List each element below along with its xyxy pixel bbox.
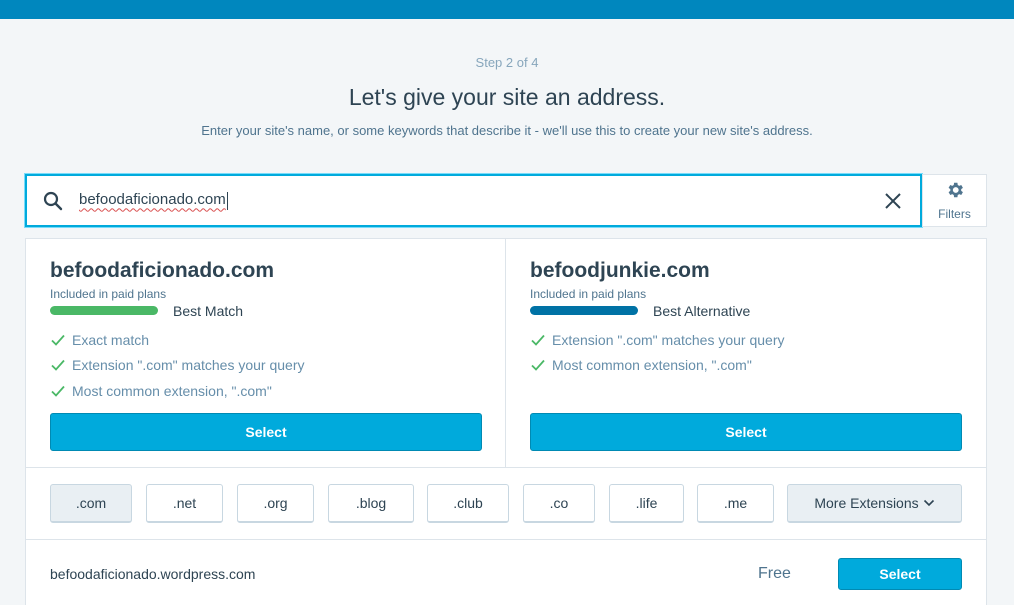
domain-results: befoodaficionado.com Included in paid pl… bbox=[25, 238, 987, 605]
tld-button-life[interactable]: .life bbox=[609, 484, 684, 523]
reason-item: Extension ".com" matches your query bbox=[530, 327, 784, 353]
step-indicator: Step 2 of 4 bbox=[475, 55, 539, 70]
tld-button-com[interactable]: .com bbox=[50, 484, 132, 523]
suggestion-card-best-match: befoodaficionado.com Included in paid pl… bbox=[26, 239, 506, 467]
match-reasons: Exact match Extension ".com" matches you… bbox=[50, 327, 304, 404]
search-icon[interactable] bbox=[27, 176, 79, 225]
match-reasons: Extension ".com" matches your query Most… bbox=[530, 327, 784, 378]
more-extensions-label: More Extensions bbox=[814, 495, 919, 511]
match-badge: Best Alternative bbox=[653, 303, 751, 319]
match-strength-bar bbox=[50, 306, 158, 315]
close-icon[interactable] bbox=[866, 176, 920, 225]
reason-item: Exact match bbox=[50, 327, 304, 353]
match-badge: Best Match bbox=[173, 303, 244, 319]
top-bar bbox=[0, 0, 1014, 19]
check-icon bbox=[530, 332, 546, 348]
filters-label: Filters bbox=[938, 207, 971, 221]
check-icon bbox=[50, 332, 66, 348]
tld-button-net[interactable]: .net bbox=[146, 484, 223, 523]
text-caret bbox=[226, 191, 228, 210]
search-query-text: befoodaficionado.com bbox=[79, 191, 226, 209]
check-icon bbox=[50, 383, 66, 399]
free-domain-name: befoodaficionado.wordpress.com bbox=[50, 566, 256, 582]
tld-filter-bar: .com .net .org .blog .club .co .life .me… bbox=[26, 467, 986, 540]
tld-button-me[interactable]: .me bbox=[697, 484, 774, 523]
more-extensions-button[interactable]: More Extensions bbox=[787, 484, 962, 523]
check-icon bbox=[50, 357, 66, 373]
plan-note: Included in paid plans bbox=[50, 287, 167, 301]
search-input[interactable]: befoodaficionado.com bbox=[79, 191, 866, 210]
suggested-domain: befoodaficionado.com bbox=[50, 259, 275, 282]
reason-item: Most common extension, ".com" bbox=[50, 378, 304, 404]
reason-item: Most common extension, ".com" bbox=[530, 353, 784, 379]
tld-button-club[interactable]: .club bbox=[427, 484, 509, 523]
match-strength-bar bbox=[530, 306, 638, 315]
suggested-domain: befoodjunkie.com bbox=[530, 259, 710, 282]
free-price: Free bbox=[758, 565, 791, 582]
select-button-best-alternative[interactable]: Select bbox=[530, 413, 962, 451]
reason-item: Extension ".com" matches your query bbox=[50, 353, 304, 379]
suggestion-card-best-alternative: befoodjunkie.com Included in paid plans … bbox=[506, 239, 986, 467]
tld-button-co[interactable]: .co bbox=[523, 484, 595, 523]
plan-note: Included in paid plans bbox=[530, 287, 647, 301]
select-button-best-match[interactable]: Select bbox=[50, 413, 482, 451]
page-title: Let's give your site an address. bbox=[348, 84, 666, 110]
filters-button[interactable]: Filters bbox=[922, 174, 987, 227]
select-button-free-domain[interactable]: Select bbox=[838, 558, 962, 590]
tld-button-blog[interactable]: .blog bbox=[328, 484, 414, 523]
chevron-down-icon bbox=[923, 497, 935, 509]
free-domain-row: befoodaficionado.wordpress.com Free Sele… bbox=[26, 541, 986, 605]
domain-search-box[interactable]: befoodaficionado.com bbox=[25, 174, 922, 227]
check-icon bbox=[530, 357, 546, 373]
gear-icon bbox=[945, 180, 965, 205]
tld-button-org[interactable]: .org bbox=[237, 484, 314, 523]
page-subtitle: Enter your site's name, or some keywords… bbox=[201, 123, 813, 138]
